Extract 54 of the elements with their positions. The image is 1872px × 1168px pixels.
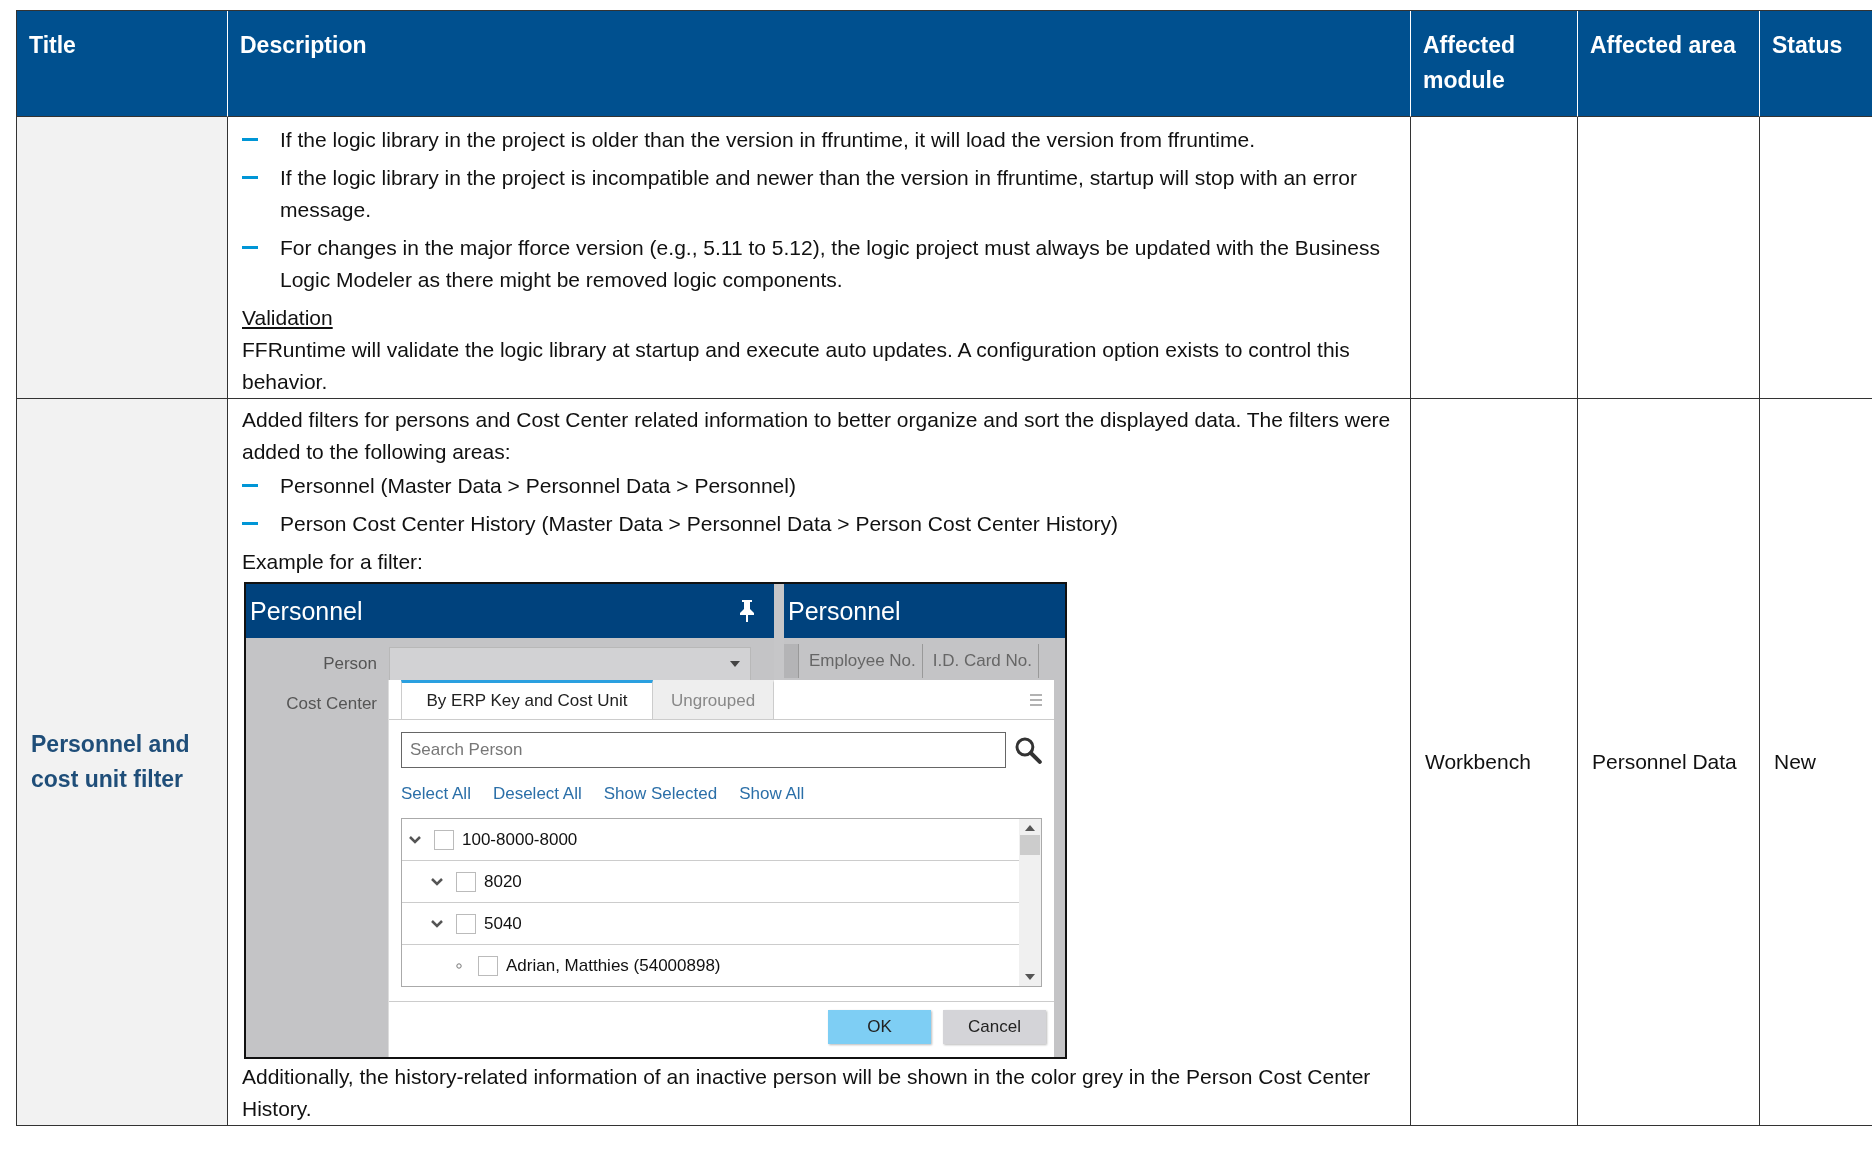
scrollbar[interactable] xyxy=(1019,819,1041,986)
paragraph: Example for a filter: xyxy=(242,549,424,575)
panel-title: Personnel xyxy=(788,596,901,627)
link[interactable]: Deselect All xyxy=(492,778,582,810)
search-icon xyxy=(1014,736,1042,764)
scroll-thumb[interactable] xyxy=(1020,835,1040,855)
column-header-text: Description xyxy=(240,31,367,60)
tree-item[interactable]: 8020 xyxy=(402,861,1019,903)
menu-icon xyxy=(1030,693,1042,706)
paragraph: Additionally, the history-related information of an inactive person will be shown in the color grey in the Person Cost Center History. xyxy=(242,1064,1372,1122)
bullet-text: Personnel (Master Data > Personnel Data > Personnel) xyxy=(280,473,797,499)
scroll-down-icon xyxy=(1025,974,1035,980)
tree-item[interactable]: 100-8000-8000 xyxy=(402,819,1019,861)
field-label: Person xyxy=(322,653,378,675)
bullet-text: For changes in the major fforce version (e.g., 5.11 to 5.12), the logic project must always be updated with the Business Logic Modeler as there might be removed logic components. xyxy=(280,235,1381,293)
bullet-dash xyxy=(242,522,258,525)
ok-button[interactable]: OK xyxy=(828,1010,931,1044)
cancel-button[interactable]: Cancel xyxy=(943,1010,1046,1044)
tree-item[interactable]: Adrian, Matthies (54000898) xyxy=(402,945,1019,986)
cell-text: New xyxy=(1774,749,1816,775)
row-title: Personnel and cost unit filter xyxy=(31,730,191,794)
link[interactable]: Show Selected xyxy=(603,778,718,810)
tree-item[interactable]: 5040 xyxy=(402,903,1019,945)
column-header-text: Affected area xyxy=(1590,31,1736,60)
paragraph: Added filters for persons and Cost Center related information to better organize and sort the displayed data. The filters were added to the following areas: xyxy=(242,407,1392,465)
dropdown-caret-icon xyxy=(730,661,740,667)
pin-icon xyxy=(738,599,756,623)
column-header-text: Status xyxy=(1772,31,1843,60)
scroll-up-icon xyxy=(1025,825,1035,831)
bullet-dash xyxy=(242,484,258,487)
column-header-text: Affected module xyxy=(1423,31,1516,95)
link[interactable]: Select All xyxy=(401,778,471,810)
bullet-dash xyxy=(242,138,258,141)
tab[interactable]: By ERP Key and Cost Unit xyxy=(401,680,653,719)
bullet-text: Person Cost Center History (Master Data > Personnel Data > Person Cost Center History) xyxy=(280,511,1119,537)
section-heading: Validation xyxy=(242,305,333,331)
paragraph: FFRuntime will validate the logic library at startup and execute auto updates. A configuration option exists to control this behavior. xyxy=(242,337,1351,395)
bullet-text: If the logic library in the project is incompatible and newer than the version in ffruntime, startup will stop with an error message. xyxy=(280,165,1358,223)
cell-text: Workbench xyxy=(1425,749,1531,775)
checkbox[interactable] xyxy=(434,829,454,850)
link[interactable]: Show All xyxy=(739,778,805,810)
column-stub xyxy=(784,644,799,678)
checkbox[interactable] xyxy=(456,913,476,934)
bullet-dash xyxy=(242,176,258,179)
bullet-dash xyxy=(242,246,258,249)
search-field[interactable]: Search Person xyxy=(401,732,1007,768)
dropdown-field[interactable] xyxy=(389,647,751,681)
checkbox[interactable] xyxy=(456,871,476,892)
cell-text: Personnel Data xyxy=(1592,749,1737,775)
column-header-text: Title xyxy=(29,31,76,60)
field-label: Cost Center xyxy=(285,693,378,715)
panel-title: Personnel xyxy=(250,596,363,627)
bullet-text: If the logic library in the project is older than the version in ffruntime, it will load the version from ffruntime. xyxy=(280,127,1256,153)
checkbox[interactable] xyxy=(478,955,498,976)
